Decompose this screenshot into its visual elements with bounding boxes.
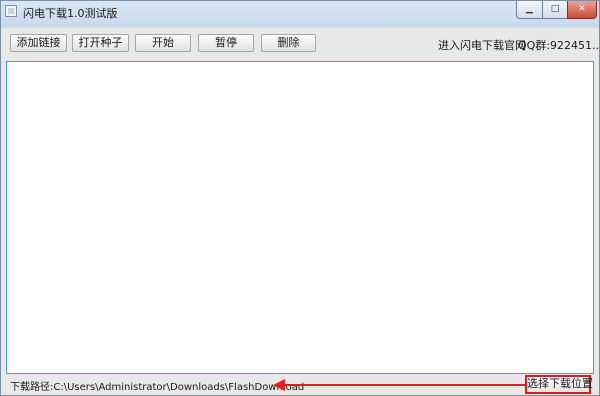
title-bar[interactable]: 闪电下载1.0测试版 ▁ □ ✕ <box>1 1 599 23</box>
pause-button[interactable]: 暂停 <box>198 34 254 52</box>
toolbar: 添加链接 打开种子 开始 暂停 删除 进入闪电下载官网 QQ群:922451..… <box>1 23 600 61</box>
minimize-button[interactable]: ▁ <box>516 1 543 19</box>
arrow-line <box>283 384 525 386</box>
app-window: 闪电下载1.0测试版 ▁ □ ✕ 添加链接 打开种子 开始 暂停 删除 进入闪电… <box>0 0 600 396</box>
annotation-arrow <box>273 379 525 391</box>
delete-button[interactable]: 删除 <box>261 34 316 52</box>
app-icon <box>5 5 17 17</box>
maximize-button[interactable]: □ <box>542 1 568 19</box>
minimize-icon: ▁ <box>526 4 533 14</box>
window-title: 闪电下载1.0测试版 <box>23 7 118 20</box>
qq-group-label: QQ群:922451... <box>518 39 600 52</box>
maximize-icon: □ <box>550 4 560 14</box>
choose-location-button[interactable]: 选择下载位置 <box>525 375 593 394</box>
close-button[interactable]: ✕ <box>567 1 597 19</box>
download-list[interactable] <box>6 61 594 374</box>
open-torrent-button[interactable]: 打开种子 <box>72 34 129 52</box>
status-bar: 下载路径:C:\Users\Administrator\Downloads\Fl… <box>1 375 599 395</box>
official-site-link[interactable]: 进入闪电下载官网 <box>438 37 526 53</box>
add-link-button[interactable]: 添加链接 <box>10 34 67 52</box>
download-path-label: 下载路径:C:\Users\Administrator\Downloads\Fl… <box>10 382 305 393</box>
close-icon: ✕ <box>578 4 586 14</box>
start-button[interactable]: 开始 <box>135 34 191 52</box>
